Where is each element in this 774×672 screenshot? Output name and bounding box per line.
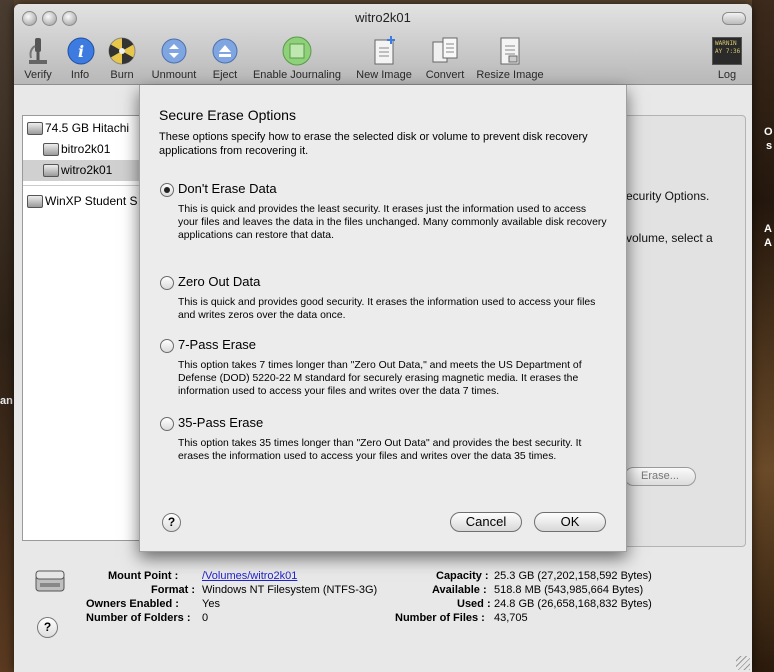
unmount-button[interactable]: Unmount bbox=[148, 36, 200, 81]
radio-35-pass[interactable] bbox=[160, 417, 174, 431]
new-image-button[interactable]: New Image bbox=[354, 36, 414, 81]
option-label[interactable]: 7-Pass Erase bbox=[178, 337, 256, 352]
sidebar-item-label: 74.5 GB Hitachi bbox=[45, 121, 130, 135]
desktop-left-edge: an bbox=[0, 0, 14, 672]
option-description: This option takes 7 times longer than "Z… bbox=[178, 360, 582, 397]
eject-button[interactable]: Eject bbox=[210, 36, 240, 81]
enable-journaling-label: Enable Journaling bbox=[252, 69, 342, 81]
desktop-fragment: O bbox=[764, 126, 773, 138]
verify-button[interactable]: Verify bbox=[22, 36, 54, 81]
journal-icon bbox=[282, 36, 312, 66]
radio-zero-out[interactable] bbox=[160, 276, 174, 290]
help-button[interactable]: ? bbox=[37, 617, 58, 638]
eject-label: Eject bbox=[212, 69, 238, 81]
unmount-icon bbox=[159, 36, 189, 66]
option-description: This is quick and provides the least sec… bbox=[178, 204, 607, 241]
svg-text:i: i bbox=[78, 42, 84, 61]
desktop-fragment: an bbox=[0, 395, 13, 407]
log-icon: WARNIN AY 7:36 bbox=[712, 36, 742, 66]
verify-label: Verify bbox=[24, 69, 52, 81]
files-value: 43,705 bbox=[494, 612, 528, 624]
available-label: Available : bbox=[432, 584, 487, 596]
sidebar-item-label: witro2k01 bbox=[61, 163, 113, 177]
new-image-icon bbox=[369, 36, 399, 66]
sheet-title: Secure Erase Options bbox=[159, 107, 296, 123]
folders-label: Number of Folders : bbox=[86, 612, 191, 624]
info-button[interactable]: i Info bbox=[66, 36, 96, 81]
info-icon: i bbox=[66, 36, 96, 66]
desktop-fragment: A bbox=[764, 237, 772, 249]
mount-point-link[interactable]: /Volumes/witro2k01 bbox=[202, 570, 297, 582]
option-label[interactable]: Don't Erase Data bbox=[178, 181, 277, 196]
sheet-description: These options specify how to erase the s… bbox=[159, 131, 588, 157]
volume-icon bbox=[43, 143, 59, 156]
burn-button[interactable]: Burn bbox=[106, 36, 138, 81]
desktop-right-edge: O s A A bbox=[752, 0, 774, 672]
erase-button[interactable]: Erase... bbox=[624, 467, 696, 486]
folders-value: 0 bbox=[202, 612, 209, 624]
log-label: Log bbox=[717, 69, 737, 81]
files-label: Number of Files : bbox=[395, 612, 485, 624]
convert-icon bbox=[430, 36, 460, 66]
resize-image-button[interactable]: Resize Image bbox=[474, 36, 546, 81]
log-button[interactable]: WARNIN AY 7:36 Log bbox=[708, 36, 746, 81]
ok-button[interactable]: OK bbox=[534, 512, 606, 532]
used-value: 24.8 GB (26,658,168,832 Bytes) bbox=[494, 598, 652, 610]
disk-image-icon bbox=[27, 195, 43, 208]
toolbar-toggle-button[interactable] bbox=[722, 12, 746, 25]
window-title: witro2k01 bbox=[355, 10, 411, 25]
option-description: This is quick and provides good security… bbox=[178, 297, 596, 321]
resize-image-label: Resize Image bbox=[476, 69, 544, 81]
eject-icon bbox=[210, 36, 240, 66]
log-icon-text: WARNIN AY 7:36 bbox=[712, 37, 742, 65]
format-value: Windows NT Filesystem (NTFS-3G) bbox=[202, 584, 378, 596]
available-value: 518.8 MB (543,985,664 Bytes) bbox=[494, 584, 644, 596]
burn-label: Burn bbox=[110, 69, 134, 81]
secure-erase-options-sheet: Secure Erase Options These options speci… bbox=[139, 85, 627, 552]
format-label: Format : bbox=[151, 584, 195, 596]
sheet-help-button[interactable]: ? bbox=[162, 513, 181, 532]
sidebar-item-label: WinXP Student S bbox=[45, 194, 138, 208]
toolbar: witro2k01 Verify i Info Burn Unmount Eje… bbox=[14, 4, 752, 85]
radio-7-pass[interactable] bbox=[160, 339, 174, 353]
info-label: Info bbox=[70, 69, 90, 81]
desktop-fragment: A bbox=[764, 223, 772, 235]
capacity-value: 25.3 GB (27,202,158,592 Bytes) bbox=[494, 570, 652, 582]
sidebar-item-label: bitro2k01 bbox=[61, 142, 111, 156]
resize-grip[interactable] bbox=[736, 656, 750, 670]
volume-icon bbox=[43, 164, 59, 177]
panel-text-fragment: volume, select a bbox=[626, 231, 713, 245]
convert-button[interactable]: Convert bbox=[422, 36, 468, 81]
new-image-label: New Image bbox=[356, 69, 412, 81]
owners-enabled-label: Owners Enabled : bbox=[86, 598, 179, 610]
unmount-label: Unmount bbox=[151, 69, 197, 81]
option-description: This option takes 35 times longer than "… bbox=[178, 438, 582, 462]
volume-icon bbox=[35, 570, 65, 592]
convert-label: Convert bbox=[425, 69, 465, 81]
option-label[interactable]: 35-Pass Erase bbox=[178, 415, 263, 430]
enable-journaling-button[interactable]: Enable Journaling bbox=[250, 36, 344, 81]
owners-enabled-value: Yes bbox=[202, 598, 220, 610]
panel-text-fragment: ecurity Options. bbox=[626, 189, 710, 203]
desktop-fragment: s bbox=[766, 140, 773, 152]
mount-point-label: Mount Point : bbox=[108, 570, 179, 582]
radio-dont-erase[interactable] bbox=[160, 183, 174, 197]
cancel-button[interactable]: Cancel bbox=[450, 512, 522, 532]
microscope-icon bbox=[23, 36, 53, 66]
option-label[interactable]: Zero Out Data bbox=[178, 274, 260, 289]
hard-disk-icon bbox=[27, 122, 43, 135]
used-label: Used : bbox=[457, 598, 491, 610]
burn-icon bbox=[107, 36, 137, 66]
capacity-label: Capacity : bbox=[436, 570, 489, 582]
resize-image-icon bbox=[495, 36, 525, 66]
